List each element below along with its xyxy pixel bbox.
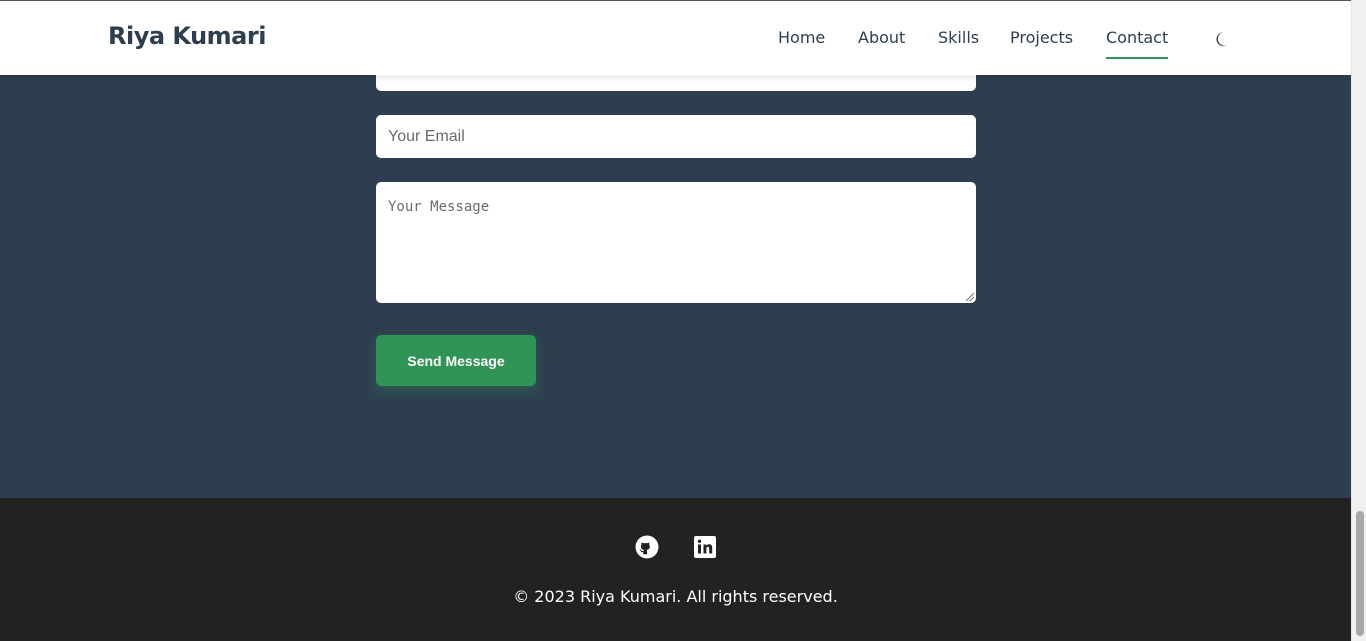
message-field[interactable]: Your Message — [376, 182, 976, 303]
page: Your Email Your Message Send Message Riy… — [0, 0, 1351, 641]
moon-icon[interactable] — [1213, 29, 1233, 49]
resize-handle[interactable] — [966, 293, 974, 301]
page-scrollbar[interactable] — [1351, 0, 1366, 641]
nav-contact[interactable]: Contact — [1106, 28, 1169, 59]
message-placeholder: Your Message — [388, 199, 490, 215]
site-header: Riya Kumari Home About Skills Projects C… — [0, 0, 1351, 75]
brand-logo[interactable]: Riya Kumari — [108, 22, 266, 50]
scrollbar-thumb[interactable] — [1356, 511, 1364, 636]
linkedin-icon[interactable] — [693, 535, 717, 559]
nav-skills[interactable]: Skills — [938, 28, 979, 47]
nav-home[interactable]: Home — [778, 28, 825, 47]
copyright-text: © 2023 Riya Kumari. All rights reserved. — [513, 587, 838, 606]
email-placeholder: Your Email — [388, 127, 465, 145]
site-footer: © 2023 Riya Kumari. All rights reserved. — [0, 498, 1351, 641]
nav-projects[interactable]: Projects — [1010, 28, 1073, 47]
send-message-button[interactable]: Send Message — [376, 335, 536, 386]
email-field[interactable]: Your Email — [376, 115, 976, 158]
nav-about[interactable]: About — [858, 28, 905, 47]
github-icon[interactable] — [635, 535, 659, 559]
